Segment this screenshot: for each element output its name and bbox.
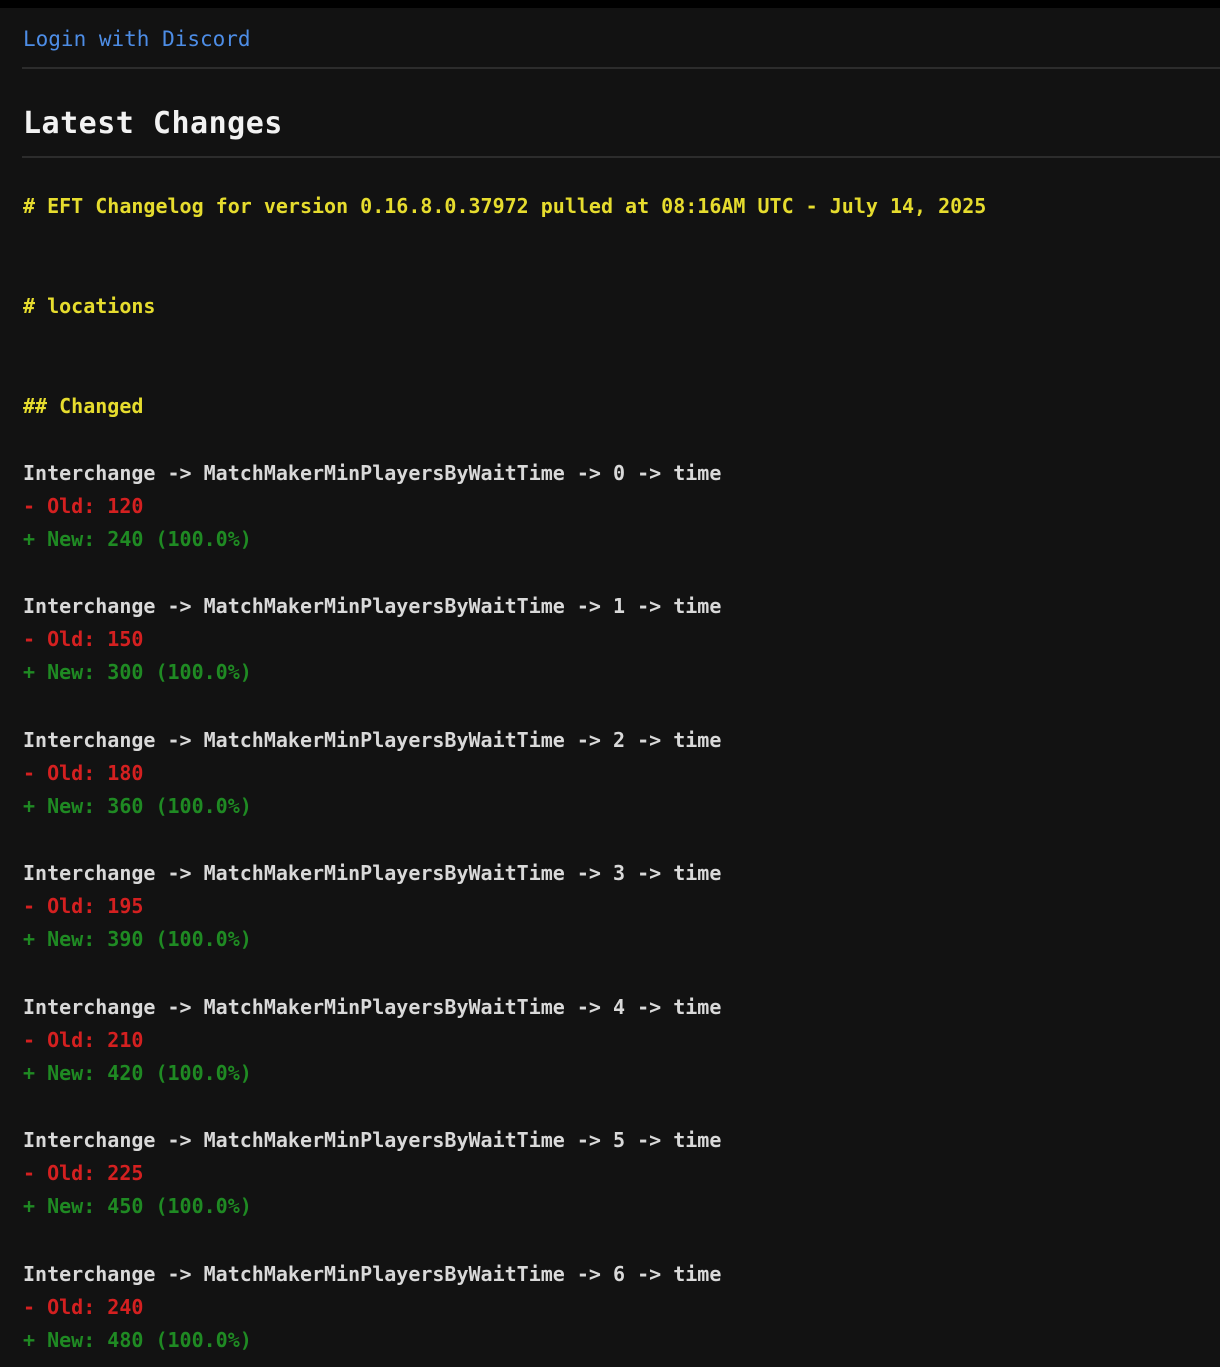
change-path: Interchange -> MatchMakerMinPlayersByWai… xyxy=(23,1262,722,1286)
old-value: - Old: 195 xyxy=(23,894,144,918)
new-value: + New: 450 (100.0%) xyxy=(23,1194,252,1218)
login-with-discord-link[interactable]: Login with Discord xyxy=(23,24,251,54)
new-value: + New: 420 (100.0%) xyxy=(23,1061,252,1085)
new-value: + New: 360 (100.0%) xyxy=(23,794,252,818)
page-title: Latest Changes xyxy=(23,106,283,141)
new-value: + New: 300 (100.0%) xyxy=(23,660,252,684)
change-entry: Interchange -> MatchMakerMinPlayersByWai… xyxy=(23,1126,923,1226)
change-entry: Interchange -> MatchMakerMinPlayersByWai… xyxy=(23,459,923,559)
old-value: - Old: 150 xyxy=(23,627,144,651)
title-divider xyxy=(22,156,1220,158)
change-entry: Interchange -> MatchMakerMinPlayersByWai… xyxy=(23,859,923,959)
section-heading-locations: # locations xyxy=(23,294,156,318)
page: Login with Discord Latest Changes # EFT … xyxy=(0,8,1220,1367)
old-value: - Old: 180 xyxy=(23,761,144,785)
change-path: Interchange -> MatchMakerMinPlayersByWai… xyxy=(23,594,722,618)
changelog-heading: # EFT Changelog for version 0.16.8.0.379… xyxy=(23,194,987,218)
change-entry: Interchange -> MatchMakerMinPlayersByWai… xyxy=(23,726,923,826)
top-divider xyxy=(22,67,1220,69)
old-value: - Old: 210 xyxy=(23,1028,144,1052)
change-path: Interchange -> MatchMakerMinPlayersByWai… xyxy=(23,995,722,1019)
change-entry: Interchange -> MatchMakerMinPlayersByWai… xyxy=(23,993,923,1093)
change-path: Interchange -> MatchMakerMinPlayersByWai… xyxy=(23,728,722,752)
change-path: Interchange -> MatchMakerMinPlayersByWai… xyxy=(23,861,722,885)
old-value: - Old: 240 xyxy=(23,1295,144,1319)
old-value: - Old: 225 xyxy=(23,1161,144,1185)
change-path: Interchange -> MatchMakerMinPlayersByWai… xyxy=(23,461,722,485)
new-value: + New: 480 (100.0%) xyxy=(23,1328,252,1352)
change-path: Interchange -> MatchMakerMinPlayersByWai… xyxy=(23,1128,722,1152)
new-value: + New: 390 (100.0%) xyxy=(23,927,252,951)
subsection-heading-changed: ## Changed xyxy=(23,394,144,418)
new-value: + New: 240 (100.0%) xyxy=(23,527,252,551)
change-entry: Interchange -> MatchMakerMinPlayersByWai… xyxy=(23,1260,923,1360)
change-entry: Interchange -> MatchMakerMinPlayersByWai… xyxy=(23,592,923,692)
old-value: - Old: 120 xyxy=(23,494,144,518)
